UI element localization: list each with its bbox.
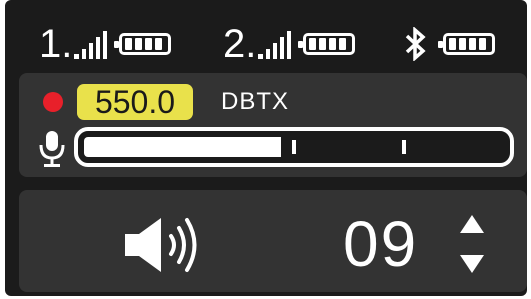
- receiver-1-status: 1.: [39, 22, 172, 66]
- receiver-2-label: 2.: [223, 22, 257, 66]
- battery-icon: [298, 33, 356, 55]
- arrow-up-icon[interactable]: [459, 214, 485, 234]
- arrow-down-icon[interactable]: [459, 254, 485, 274]
- audio-level-meter: [74, 127, 514, 167]
- battery-icon: [438, 33, 495, 55]
- status-bar: 1. 2.: [5, 0, 527, 70]
- battery-icon: [114, 33, 172, 55]
- audio-level-fill: [84, 137, 281, 157]
- signal-icon: [74, 29, 108, 59]
- device-screen: 1. 2. 550.0 DBTX 09: [5, 0, 527, 296]
- microphone-icon: [39, 131, 65, 167]
- signal-icon: [258, 29, 292, 59]
- meter-tick: [292, 140, 296, 154]
- meter-tick: [402, 140, 406, 154]
- bluetooth-icon: [405, 27, 426, 61]
- receiver-1-label: 1.: [39, 22, 73, 66]
- transmitter-name: DBTX: [221, 88, 290, 115]
- frequency-display[interactable]: 550.0: [77, 84, 193, 120]
- speaker-icon: [125, 218, 197, 272]
- channel-panel: 550.0 DBTX: [19, 73, 527, 177]
- receiver-2-status: 2.: [223, 22, 356, 66]
- record-indicator: [43, 92, 63, 112]
- bluetooth-status: [403, 24, 495, 64]
- volume-value: 09: [343, 208, 419, 280]
- volume-panel: 09: [19, 190, 527, 292]
